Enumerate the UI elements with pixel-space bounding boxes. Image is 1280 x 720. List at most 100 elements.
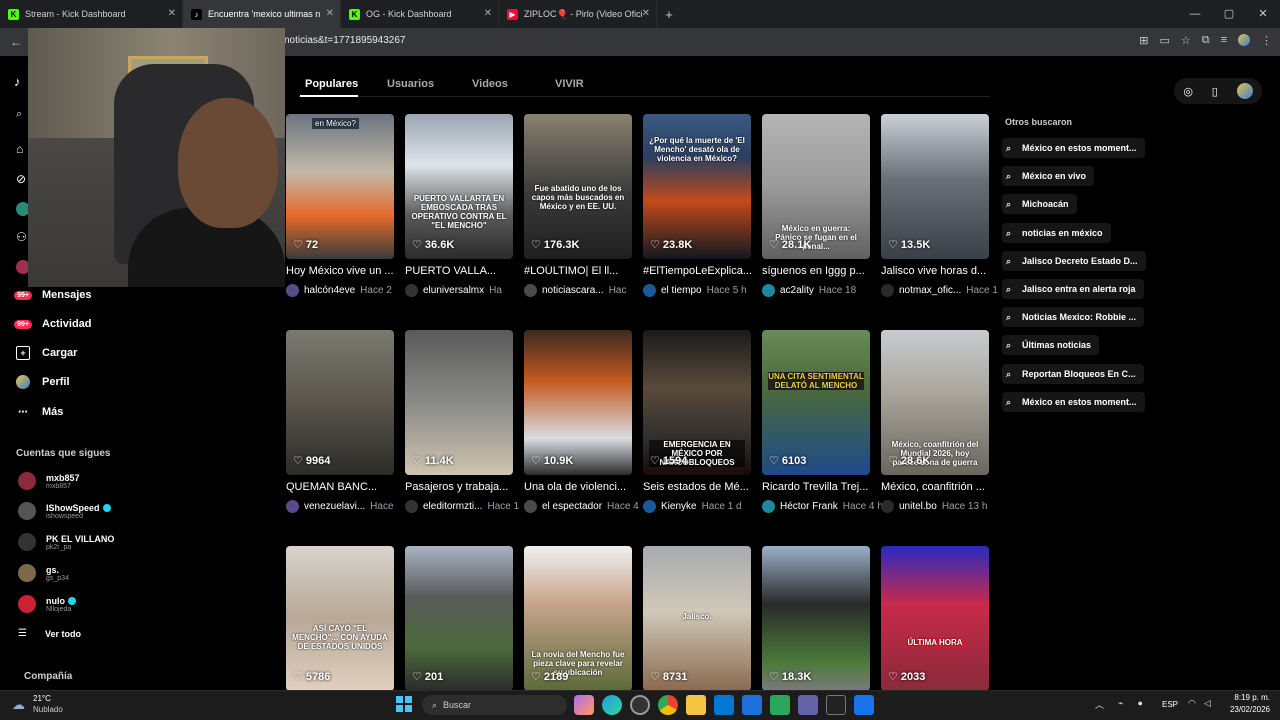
chevron-up-icon[interactable]: ︿ xyxy=(1095,698,1104,711)
tab-youtube[interactable]: ▶ ZIPLOC🎈 - Pirlo (Video Oficial ✕ xyxy=(499,0,657,28)
video-caption[interactable]: Pasajeros y trabaja... xyxy=(405,481,517,493)
sidebar-item-more[interactable]: ⋯ Más xyxy=(16,405,63,419)
video-thumbnail[interactable]: La novia del Mencho fue pieza clave para… xyxy=(524,546,632,691)
video-caption[interactable]: Hoy México vive un ... xyxy=(286,265,398,277)
sidebar-item-profile[interactable]: Perfil xyxy=(16,375,70,389)
obs-icon[interactable] xyxy=(630,695,650,715)
video-thumbnail[interactable]: México, coanfitrión del Mundial 2026, ho… xyxy=(881,330,989,475)
menu-icon[interactable]: ⋮ xyxy=(1261,34,1272,47)
mic-icon[interactable]: ● xyxy=(1137,698,1142,711)
home-icon[interactable]: ⌂ xyxy=(16,142,23,156)
video-caption[interactable]: PUERTO VALLA... xyxy=(405,265,517,277)
minimize-icon[interactable]: — xyxy=(1178,0,1212,28)
tab-kick-og[interactable]: K OG - Kick Dashboard ✕ xyxy=(341,0,499,28)
capcut-icon[interactable] xyxy=(826,695,846,715)
video-caption[interactable]: síguenos en Iggg p... xyxy=(762,265,874,277)
video-caption[interactable]: Ricardo Trevilla Trej... xyxy=(762,481,874,493)
related-search-item[interactable]: ⌕ Noticias Mexico: Robbie ... xyxy=(1002,307,1145,328)
close-icon[interactable]: ✕ xyxy=(168,8,176,19)
sidebar-item-upload[interactable]: + Cargar xyxy=(16,346,77,360)
user-avatar[interactable] xyxy=(1236,83,1253,99)
bookmark-star-icon[interactable]: ☆ xyxy=(1181,34,1191,47)
see-all-following[interactable]: ☰ Ver todo xyxy=(18,628,81,639)
cast-icon[interactable]: ▭ xyxy=(1159,34,1169,47)
related-search-item[interactable]: ⌕ México en vivo xyxy=(1002,166,1095,187)
related-search-item[interactable]: ⌕ noticias en méxico xyxy=(1002,222,1111,243)
close-icon[interactable]: ✕ xyxy=(642,8,650,19)
tab-kick-stream[interactable]: K Stream - Kick Dashboard ✕ xyxy=(0,0,183,28)
video-thumbnail[interactable]: en México? ♡ 72 xyxy=(286,114,394,259)
video-caption[interactable]: QUEMAN BANC... xyxy=(286,481,398,493)
related-search-item[interactable]: ⌕ Jalisco Decreto Estado D... xyxy=(1002,250,1146,271)
device-icon[interactable]: ▯ xyxy=(1212,85,1218,98)
video-thumbnail[interactable]: ♡ 10.9K xyxy=(524,330,632,475)
related-search-item[interactable]: ⌕ Reportan Bloqueos En C... xyxy=(1002,363,1144,384)
url-field[interactable]: noticias&t=1771895943267 xyxy=(284,35,406,46)
chrome-icon[interactable] xyxy=(658,695,678,715)
video-author[interactable]: halcón4eve Hace 2 xyxy=(286,284,392,297)
friends-icon[interactable]: ⚇ xyxy=(16,230,27,244)
tab-popular[interactable]: Populares xyxy=(305,78,358,90)
following-account[interactable]: mxb857 mxb857 xyxy=(18,472,80,490)
video-author[interactable]: el espectador Hace 4 xyxy=(524,500,639,513)
close-icon[interactable]: ✕ xyxy=(484,8,492,19)
video-thumbnail[interactable]: UNA CITA SENTIMENTAL DELATÓ AL MENCHO ♡ 6… xyxy=(762,330,870,475)
teams-icon[interactable] xyxy=(798,695,818,715)
video-thumbnail[interactable]: ♡ 201 xyxy=(405,546,513,691)
reading-list-icon[interactable]: ≡ xyxy=(1221,34,1227,47)
following-account[interactable]: gs. gs_p34 xyxy=(18,564,69,582)
edge-icon[interactable] xyxy=(602,695,622,715)
maximize-icon[interactable]: ▢ xyxy=(1212,0,1246,28)
related-search-item[interactable]: ⌕ México en estos moment... xyxy=(1002,138,1145,158)
video-thumbnail[interactable]: PUERTO VALLARTA EN EMBOSCADA TRAS OPERAT… xyxy=(405,114,513,259)
video-thumbnail[interactable]: ♡ 9964 xyxy=(286,330,394,475)
clock-time[interactable]: 8:19 p. m. xyxy=(1224,693,1270,702)
video-thumbnail[interactable]: ♡ 18.3K xyxy=(762,546,870,691)
video-thumbnail[interactable]: ♡ 13.5K xyxy=(881,114,989,259)
video-thumbnail[interactable]: ♡ 11.4K xyxy=(405,330,513,475)
translate-icon[interactable]: ⊞ xyxy=(1139,34,1148,47)
video-thumbnail[interactable]: Fue abatido uno de los capos más buscado… xyxy=(524,114,632,259)
volume-icon[interactable]: ◁ xyxy=(1204,698,1211,709)
related-search-item[interactable]: ⌕ Michoacán xyxy=(1002,194,1077,215)
app-icon[interactable] xyxy=(854,695,874,715)
language-indicator[interactable]: ESP xyxy=(1162,700,1178,709)
video-caption[interactable]: Jalisco vive horas d... xyxy=(881,265,993,277)
tiktok-logo-icon[interactable]: ♪ xyxy=(14,74,21,89)
related-search-item[interactable]: ⌕ México en estos moment... xyxy=(1002,391,1145,412)
network-icon[interactable]: ⌁ xyxy=(1118,698,1123,711)
sidebar-item-activity[interactable]: 99+ Actividad xyxy=(14,317,92,331)
tab-tiktok-search[interactable]: ♪ Encuentra 'mexico ultimas noti ✕ xyxy=(183,0,341,28)
video-author[interactable]: eluniversalmx Ha xyxy=(405,284,502,297)
video-author[interactable]: Kienyke Hace 1 d xyxy=(643,500,742,513)
video-author[interactable]: noticiascara... Hac xyxy=(524,284,627,297)
related-search-item[interactable]: ⌕ Últimas noticias xyxy=(1002,335,1100,356)
new-tab-button[interactable]: + xyxy=(657,7,681,22)
wifi-icon[interactable]: ◠ xyxy=(1188,698,1196,709)
related-search-item[interactable]: ⌕ Jalisco entra en alerta roja xyxy=(1002,279,1144,299)
following-account[interactable]: PK EL VILLANO pk2r_pa xyxy=(18,533,114,551)
outlook-icon[interactable] xyxy=(742,695,762,715)
copilot-icon[interactable] xyxy=(574,695,594,715)
taskbar-search[interactable]: ⌕ Buscar xyxy=(422,695,567,715)
video-author[interactable]: Héctor Frank Hace 4 h xyxy=(762,500,883,513)
file-explorer-icon[interactable] xyxy=(686,695,706,715)
video-author[interactable]: eleditormzti... Hace 1 xyxy=(405,500,519,513)
tab-videos[interactable]: Videos xyxy=(472,78,508,90)
video-thumbnail[interactable]: ASÍ CAYÓ "EL MENCHO"... CON AYUDA DE EST… xyxy=(286,546,394,691)
extensions-icon[interactable]: ⧉ xyxy=(1202,34,1210,47)
video-author[interactable]: notmax_ofic... Hace 1 xyxy=(881,284,998,297)
search-icon[interactable]: ⌕ xyxy=(16,108,22,121)
close-window-icon[interactable]: ✕ xyxy=(1246,0,1280,28)
video-author[interactable]: unitel.bo Hace 13 h xyxy=(881,500,987,513)
video-thumbnail[interactable]: México en guerra: Pánico se fugan en el … xyxy=(762,114,870,259)
close-icon[interactable]: ✕ xyxy=(326,8,334,19)
video-caption[interactable]: México, coanfitrión ... xyxy=(881,481,993,493)
following-account[interactable]: IShowSpeed ishowspeed xyxy=(18,502,111,520)
windows-start-icon[interactable] xyxy=(396,696,412,712)
tab-live[interactable]: VIVIR xyxy=(555,78,584,90)
video-caption[interactable]: Seis estados de Mé... xyxy=(643,481,755,493)
video-thumbnail[interactable]: EMERGENCIA EN MÉXICO POR NARCOBLOQUEOS ♡ … xyxy=(643,330,751,475)
video-caption[interactable]: #ElTiempoLeExplica... xyxy=(643,265,755,277)
weather-temp[interactable]: 21°C xyxy=(33,694,51,703)
